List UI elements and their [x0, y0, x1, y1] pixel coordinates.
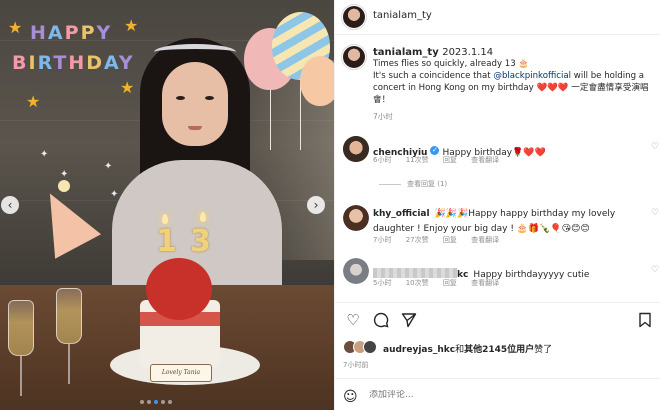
header-divider: [335, 34, 660, 35]
champagne-glass: [8, 300, 34, 356]
caption-segment: It's such a coincidence that: [373, 71, 494, 81]
candle-digit-3: 3: [190, 224, 211, 259]
caption-time: 7小时: [373, 112, 393, 121]
comment-box: ☺: [335, 383, 660, 410]
caption-hearts: ❤️❤️❤️: [536, 83, 569, 93]
star-icon: ★: [26, 92, 41, 111]
bookmark-icon[interactable]: [635, 310, 655, 330]
next-photo-button[interactable]: ›: [307, 196, 325, 214]
comment-translate-button[interactable]: 查看翻译: [471, 156, 499, 164]
carousel-dot: [147, 400, 151, 404]
view-replies-button[interactable]: 查看回复 (1): [379, 179, 447, 189]
likes-others[interactable]: 其他2145位用户: [464, 345, 534, 355]
commenter-avatar[interactable]: [343, 205, 369, 231]
share-icon[interactable]: [399, 310, 419, 330]
caption-username[interactable]: tanialam_ty: [373, 47, 439, 58]
post-panel: tanialam_ty tanialam_ty 2023.1.14 Times …: [334, 0, 660, 410]
caption-line-2: It's such a coincidence that @blackpinko…: [373, 70, 653, 106]
comment-2: khy_official 🎉🎉🎉Happy happy birthday my …: [373, 205, 643, 235]
comment-reply-button[interactable]: 回复: [443, 279, 457, 287]
star-icon: ✦: [40, 149, 49, 160]
comment-meta: 5小时 10次赞 回复 查看翻译: [373, 278, 511, 288]
verified-badge-icon: ✓: [430, 146, 440, 155]
cake-plaque: Lovely Tania: [150, 364, 212, 382]
caption-text: Times flies so quickly, already 13 🎂 It'…: [373, 58, 653, 106]
glass-stem: [68, 344, 70, 384]
comment-likes[interactable]: 11次赞: [406, 156, 429, 164]
cake-top: [146, 258, 212, 320]
comment-like-heart-icon[interactable]: ♡: [651, 265, 659, 275]
party-hat-pom: [58, 180, 70, 192]
comment-time: 5小时: [373, 279, 392, 287]
comment-likes[interactable]: 27次赞: [406, 236, 429, 244]
balloon: [300, 56, 334, 106]
birthday-lettering: BIRTHDAY: [12, 52, 135, 74]
happy-lettering: HAPPY: [30, 22, 113, 44]
girl-mouth: [188, 126, 202, 130]
comment-likes[interactable]: 10次赞: [406, 279, 429, 287]
balloon-string: [270, 90, 271, 150]
actions-divider: [335, 302, 660, 303]
emoji-icon[interactable]: ☺: [343, 389, 358, 405]
star-icon: ★: [124, 16, 139, 35]
star-icon: ★: [120, 78, 135, 97]
party-hat: [26, 181, 102, 259]
girl-eye: [205, 96, 214, 100]
likes-summary: audreyjas_hkc和其他2145位用户赞了: [383, 342, 552, 355]
glass-stem: [20, 356, 22, 396]
comment-reply-button[interactable]: 回复: [443, 156, 457, 164]
candle-digit-1: 1: [156, 224, 177, 259]
action-bar: ♡: [343, 310, 655, 330]
caption-line-1: Times flies so quickly, already 13 🎂: [373, 59, 530, 69]
star-icon: ✦: [104, 161, 113, 172]
comment-like-heart-icon[interactable]: ♡: [651, 142, 659, 152]
view-replies-label: 查看回复 (1): [407, 180, 448, 188]
carousel-indicator: [140, 400, 172, 404]
post-photo: HAPPY BIRTHDAY ★ ★ ★ ★ ✦ ✦ ✦ ✦ Lovely Ta…: [0, 0, 334, 410]
comment-input[interactable]: [369, 390, 599, 400]
caption-date: 2023.1.14: [442, 47, 494, 58]
champagne-glass: [56, 288, 82, 344]
liker-avatar: [363, 340, 377, 354]
comment-icon[interactable]: [371, 310, 391, 330]
comment-meta: 7小时 27次赞 回复 查看翻译: [373, 235, 511, 245]
liker-username[interactable]: audreyjas_hkc: [383, 345, 455, 355]
carousel-dot-active: [154, 400, 158, 404]
post-time: 7小时前: [343, 361, 369, 369]
comment-time: 6小时: [373, 156, 392, 164]
commenter-avatar[interactable]: [343, 258, 369, 284]
comment-like-heart-icon[interactable]: ♡: [651, 208, 659, 218]
girl-eye: [176, 96, 185, 100]
comment-divider: [335, 378, 660, 379]
comment-translate-button[interactable]: 查看翻译: [471, 279, 499, 287]
likes-suffix: 赞了: [534, 345, 553, 355]
caption-header: tanialam_ty 2023.1.14: [373, 47, 493, 58]
candle-flame: [162, 214, 168, 224]
likes-connector: 和: [455, 345, 465, 355]
carousel-dot: [168, 400, 172, 404]
candle-flame: [200, 212, 206, 222]
star-icon: ★: [8, 18, 23, 37]
headband: [154, 44, 236, 60]
author-avatar[interactable]: [341, 4, 367, 30]
comment-time: 7小时: [373, 236, 392, 244]
comment-reply-button[interactable]: 回复: [443, 236, 457, 244]
author-username[interactable]: tanialam_ty: [373, 10, 432, 21]
caption-avatar[interactable]: [341, 44, 367, 70]
girl-face: [162, 62, 228, 146]
carousel-dot: [161, 400, 165, 404]
carousel-dot: [140, 400, 144, 404]
comment-username[interactable]: khy_official: [373, 209, 430, 219]
heart-icon[interactable]: ♡: [343, 310, 363, 330]
prev-photo-button[interactable]: ‹: [1, 196, 19, 214]
redacted-username: [373, 267, 457, 278]
star-icon: ✦: [110, 189, 119, 200]
comment-translate-button[interactable]: 查看翻译: [471, 236, 499, 244]
replies-line: [379, 183, 401, 185]
commenter-avatar[interactable]: [343, 136, 369, 162]
comment-meta: 6小时 11次赞 回复 查看翻译: [373, 155, 511, 165]
star-icon: ✦: [60, 169, 69, 180]
mention-link[interactable]: @blackpinkofficial: [493, 71, 571, 81]
